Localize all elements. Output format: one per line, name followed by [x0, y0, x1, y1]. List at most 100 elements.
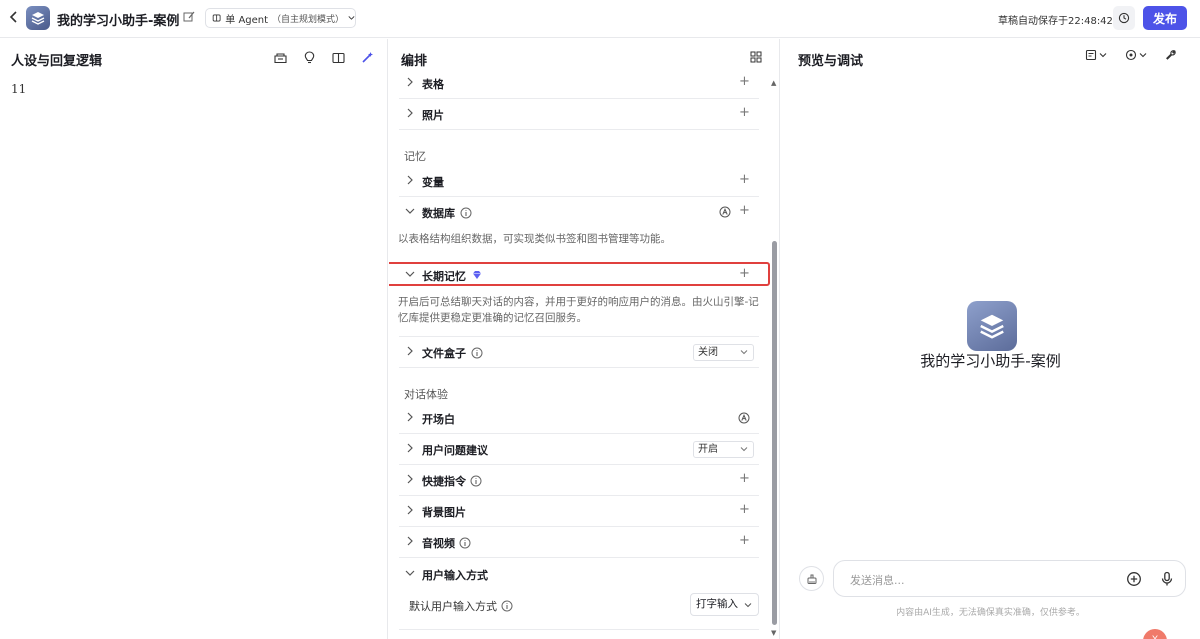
- scrollbar-thumb[interactable]: [772, 241, 777, 625]
- layout-toggle-button[interactable]: [750, 51, 762, 63]
- tips-button[interactable]: [301, 49, 318, 66]
- default-input-select[interactable]: 打字输入: [690, 593, 759, 616]
- user-avatar[interactable]: Y: [1143, 629, 1167, 639]
- row-opening[interactable]: 开场白: [399, 403, 759, 434]
- document-icon: [1085, 49, 1097, 61]
- mode-sub-label: （自主规划模式）: [272, 14, 345, 25]
- publish-button[interactable]: 发布: [1143, 6, 1187, 30]
- back-button[interactable]: [6, 10, 22, 28]
- preview-panel: 预览与调试 我的学习小助手-案例 发送消息... 内容由AI生成，无法确保真实准…: [781, 39, 1200, 639]
- chevron-down-icon: [740, 350, 748, 355]
- chevron-down-icon: [405, 570, 415, 576]
- default-input-value: 打字输入: [696, 598, 738, 610]
- info-icon[interactable]: [471, 347, 483, 359]
- row-label: 数据库: [422, 207, 455, 220]
- filebox-select[interactable]: 关闭: [693, 344, 754, 361]
- add-background-button[interactable]: +: [739, 503, 750, 517]
- chevron-down-icon: [1139, 53, 1147, 58]
- suggestion-select-value: 开启: [698, 444, 718, 455]
- chevron-right-icon: [407, 412, 413, 422]
- top-bar: 我的学习小助手-案例 单 Agent （自主规划模式） 草稿自动保存于22:48…: [0, 0, 1200, 38]
- row-photo[interactable]: 照片 +: [399, 99, 759, 130]
- row-database[interactable]: 数据库 +: [399, 197, 759, 228]
- row-label: 表格: [422, 78, 444, 91]
- edit-title-button[interactable]: [183, 11, 197, 25]
- chevron-left-icon: [9, 11, 17, 23]
- long-memory-description: 开启后可总结聊天对话的内容，并用于更好的响应用户的消息。由火山引擎-记忆库提供更…: [398, 296, 759, 324]
- row-background[interactable]: 背景图片 +: [399, 496, 759, 527]
- lightbulb-icon: [304, 51, 315, 64]
- chevron-down-icon: [1099, 53, 1107, 58]
- row-variable[interactable]: 变量 +: [399, 166, 759, 197]
- app-avatar: [26, 6, 50, 30]
- row-label: 快捷指令: [422, 475, 466, 488]
- row-shortcut[interactable]: 快捷指令 +: [399, 465, 759, 496]
- chevron-right-icon: [407, 346, 413, 356]
- row-label: 音视频: [422, 537, 455, 550]
- message-input[interactable]: 发送消息...: [833, 560, 1186, 597]
- chevron-right-icon: [407, 505, 413, 515]
- add-variable-button[interactable]: +: [739, 173, 750, 187]
- agent-mode-selector[interactable]: 单 Agent （自主规划模式）: [205, 8, 356, 28]
- row-input-method[interactable]: 用户输入方式: [399, 559, 759, 590]
- chevron-right-icon: [407, 443, 413, 453]
- auto-icon[interactable]: [738, 412, 750, 424]
- add-shortcut-button[interactable]: +: [739, 472, 750, 486]
- chevron-right-icon: [407, 175, 413, 185]
- default-input-label-group: 默认用户输入方式: [409, 598, 513, 614]
- app-title: 我的学习小助手-案例: [57, 14, 180, 29]
- info-icon[interactable]: [459, 537, 471, 549]
- auto-icon[interactable]: [719, 206, 731, 218]
- preview-title: 预览与调试: [798, 54, 864, 69]
- microphone-icon[interactable]: [1159, 571, 1175, 587]
- split-view-button[interactable]: [330, 49, 347, 66]
- message-placeholder: 发送消息...: [850, 574, 905, 587]
- model-settings-button[interactable]: [1125, 49, 1147, 61]
- clear-history-button[interactable]: [799, 566, 824, 591]
- info-icon[interactable]: [501, 600, 513, 612]
- add-database-button[interactable]: +: [739, 204, 750, 218]
- history-icon: [1118, 12, 1130, 24]
- section-experience: 对话体验: [404, 388, 448, 401]
- row-long-memory[interactable]: 长期记忆 +: [389, 260, 770, 291]
- row-suggestion[interactable]: 用户问题建议 开启: [399, 434, 759, 465]
- chevron-right-icon: [407, 108, 413, 118]
- row-label: 变量: [422, 176, 444, 189]
- mode-label: 单 Agent: [225, 14, 269, 26]
- chevron-down-icon: [740, 447, 748, 452]
- chevron-right-icon: [407, 536, 413, 546]
- add-table-button[interactable]: +: [739, 75, 750, 89]
- chevron-right-icon: [407, 474, 413, 484]
- row-filebox[interactable]: 文件盒子 关闭: [399, 337, 759, 368]
- info-icon[interactable]: [460, 207, 472, 219]
- history-button[interactable]: [1113, 6, 1135, 30]
- prompt-editor[interactable]: 11: [11, 82, 26, 96]
- grid-icon: [750, 51, 762, 63]
- orchestration-title: 编排: [401, 54, 428, 69]
- bot-name: 我的学习小助手-案例: [920, 352, 1061, 370]
- highlight-box: [389, 262, 770, 286]
- scroll-down-arrow[interactable]: ▼: [771, 629, 776, 637]
- row-av[interactable]: 音视频 +: [399, 527, 759, 558]
- debug-mode-button[interactable]: [1085, 49, 1107, 61]
- split-view-icon: [332, 52, 345, 63]
- chevron-right-icon: [407, 77, 413, 87]
- info-icon[interactable]: [470, 475, 482, 487]
- divider: [399, 629, 759, 630]
- library-icon: [274, 52, 287, 63]
- row-table[interactable]: 表格 +: [399, 68, 759, 99]
- optimize-button[interactable]: [359, 49, 376, 66]
- add-photo-button[interactable]: +: [739, 106, 750, 120]
- wrench-icon: [1166, 50, 1176, 60]
- row-label: 开场白: [422, 413, 455, 426]
- suggestion-select[interactable]: 开启: [693, 441, 754, 458]
- prompt-library-button[interactable]: [272, 49, 289, 66]
- chevron-down-icon: [405, 208, 415, 214]
- row-label: 用户输入方式: [422, 569, 488, 582]
- row-label: 背景图片: [422, 506, 466, 519]
- chevron-down-icon: [744, 603, 752, 608]
- debug-tools-button[interactable]: [1165, 49, 1177, 61]
- add-attachment-icon[interactable]: [1126, 571, 1142, 587]
- add-av-button[interactable]: +: [739, 534, 750, 548]
- scroll-up-arrow[interactable]: ▲: [771, 79, 776, 87]
